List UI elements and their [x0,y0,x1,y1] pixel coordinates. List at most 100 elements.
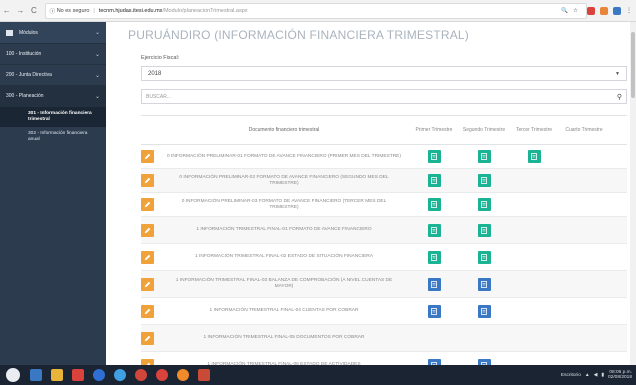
page-title: PURUÁNDIRO (INFORMACIÓN FINANCIERA TRIME… [128,28,469,42]
edit-button[interactable] [141,223,154,237]
sidebar-item-junta-directiva[interactable]: 200 - Junta Directiva ⌄ [0,65,106,86]
document-button[interactable] [477,174,491,187]
edge-icon[interactable] [93,369,105,381]
table-cell-q2 [459,150,509,163]
table-cell-document: 1 INFORMACIÓN TRIMESTRAL FINAL-04 CUENTA… [209,308,359,313]
table-body: 0 INFORMACIÓN PRELIMINAR-01 FORMATO DE A… [141,145,627,365]
chevron-down-icon: ⌄ [94,93,100,100]
chevron-down-icon: ⌄ [94,72,100,79]
document-button[interactable] [477,150,491,163]
desktop-label[interactable]: Escritorio [561,373,581,378]
sidebar-subitem-301[interactable]: 301 - Información financiera trimestral [0,107,106,127]
document-icon [431,280,437,288]
table-cell-q3 [509,150,559,163]
document-button[interactable] [427,150,441,163]
document-button[interactable] [477,198,491,211]
edit-button[interactable] [141,150,154,163]
fiscal-year-select[interactable]: 2018 ▼ [141,66,627,81]
document-button[interactable] [427,198,441,211]
table-cell-actions [141,250,159,264]
start-icon[interactable] [6,368,20,382]
star-icon[interactable]: ☆ [573,8,578,14]
forward-icon[interactable]: → [14,6,28,15]
search-input[interactable]: BUSCAR... ⚲ [141,89,627,104]
search-icon[interactable]: ⚲ [617,93,622,101]
firefox-icon[interactable] [177,369,189,381]
zoom-icon[interactable]: 🔍 [561,8,568,14]
edit-button[interactable] [141,277,154,291]
volume-icon[interactable]: ◀ [594,373,598,378]
dropdown-arrow-icon: ▼ [615,70,620,77]
document-icon [481,153,487,160]
page-scrollbar[interactable] [630,22,636,365]
document-icon [481,201,487,208]
document-icon [481,253,487,261]
pencil-icon [144,201,151,208]
table-cell-q1 [409,277,459,291]
header-cell-q3: Tercer Trimestre [515,127,553,133]
signal-icon[interactable]: ▮ [601,373,604,378]
table-cell-q2 [459,277,509,291]
taskbar-app-icon[interactable] [30,369,42,381]
table-cell-q2 [459,250,509,264]
document-button[interactable] [427,277,441,291]
taskbar-app-icon[interactable] [114,369,126,381]
document-button[interactable] [427,304,441,318]
address-bar[interactable]: ⓘ No es seguro | tecnm.hjudas.itesi.edu.… [44,2,587,19]
table-cell-actions [141,223,159,237]
document-button[interactable] [477,250,491,264]
menu-icon[interactable]: ⋮ [626,7,632,14]
document-button[interactable] [427,174,441,187]
address-bar-icons: 🔍 ☆ [561,8,582,14]
table-row: 1 INFORMACIÓN TRIMESTRAL FINAL-01 FORMAT… [141,217,627,244]
extension-icon[interactable] [613,6,621,15]
back-icon[interactable]: ← [0,6,14,15]
reload-icon[interactable]: C [27,6,41,15]
document-button[interactable] [427,223,441,237]
clock[interactable]: 08:06 p.m. 02/08/2018 [608,370,632,380]
table-cell-actions [141,331,159,345]
main-content: PURUÁNDIRO (INFORMACIÓN FINANCIERA TRIME… [106,22,630,365]
extension-icon[interactable] [600,6,608,15]
scrollbar-thumb[interactable] [631,32,635,98]
info-icon: ⓘ [49,8,56,15]
clock-date: 02/08/2018 [607,375,632,380]
taskbar-app-icon[interactable] [198,369,210,381]
table-cell-document: 1 INFORMACIÓN TRIMESTRAL FINAL-01 FORMAT… [196,227,372,232]
sidebar-header-label: Módulos [19,29,38,36]
sidebar-item-planeacion[interactable]: 300 - Planeación ⌄ [0,86,106,107]
table-row: 1 INFORMACIÓN TRIMESTRAL FINAL-06 ESTADO… [141,352,627,365]
edit-button[interactable] [141,331,154,345]
document-button[interactable] [477,304,491,318]
folder-icon[interactable] [51,369,63,381]
table-row: 0 INFORMACIÓN PRELIMINAR-03 FORMATO DE A… [141,193,627,217]
url-separator: | [93,7,95,14]
sidebar-item-institucion[interactable]: 100 - Institución ⌄ [0,44,106,65]
url-host: tecnm.hjudas.itesi.edu.mx [98,7,163,14]
fiscal-year-value: 2018 [148,70,162,77]
extension-icon[interactable] [587,6,595,15]
extension-icons: ⋮ [587,6,636,15]
header-cell-q1: Primer Trimestre [415,127,453,133]
edit-button[interactable] [141,174,154,187]
sidebar-subitem-302[interactable]: 302 - Información financiera anual [0,127,106,147]
document-icon [431,177,437,184]
network-icon[interactable]: ▲ [585,373,590,378]
edit-button[interactable] [141,304,154,318]
taskbar-app-icon[interactable] [72,369,84,381]
table-cell-document: 0 INFORMACIÓN PRELIMINAR-02 FORMATO DE A… [179,174,389,186]
security-label: No es seguro [56,7,90,14]
sidebar-header[interactable]: Módulos ⌄ [0,22,106,44]
edit-button[interactable] [141,250,154,264]
document-button[interactable] [527,150,541,163]
document-button[interactable] [477,223,491,237]
opera-icon[interactable] [156,369,168,381]
url-path: /Modulo/planeacionTrimestral.aspx [162,7,248,14]
chrome-icon[interactable] [135,369,147,381]
sidebar-item-label: 300 - Planeación [6,93,44,99]
document-button[interactable] [477,277,491,291]
pencil-icon [144,335,151,342]
document-button[interactable] [427,250,441,264]
document-icon [481,226,487,234]
edit-button[interactable] [141,198,154,211]
